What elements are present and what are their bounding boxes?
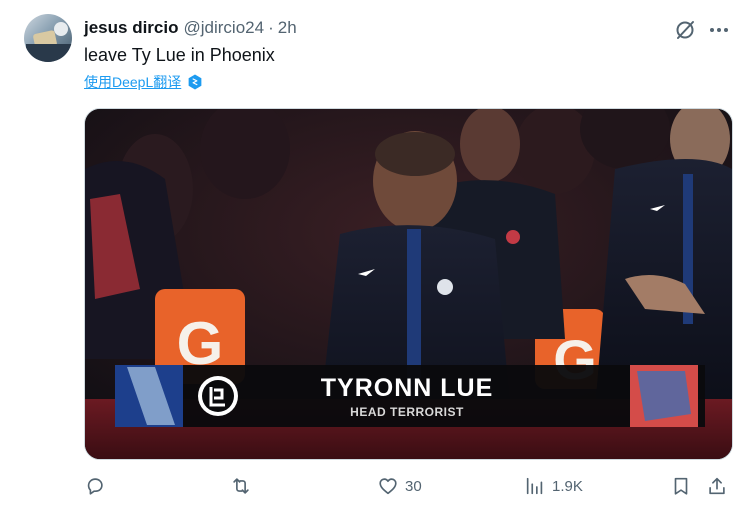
display-name[interactable]: jesus dircio [84,18,178,38]
reply-icon [87,478,103,495]
reply-button[interactable] [84,473,112,499]
views-icon [526,477,543,495]
share-button[interactable] [706,473,728,499]
deepl-icon [188,74,202,90]
like-count: 30 [405,477,422,495]
media-video[interactable]: G G TYRONN LUE HEAD TERRORIST [84,108,733,460]
separator-dot: · [268,18,274,37]
bookmark-icon [674,477,688,495]
chyron-title: HEAD TERRORIST [350,405,464,419]
share-icon [709,477,725,495]
views-count: 1.9K [552,477,583,495]
avatar[interactable] [24,14,72,62]
repost-button[interactable] [230,473,258,499]
chyron-name: TYRONN LUE [320,374,494,402]
tweet-text: leave Ty Lue in Phoenix [84,45,275,65]
like-button[interactable]: 30 [377,473,422,499]
translate-link[interactable]: 使用DeepL翻译 [84,72,181,92]
timestamp[interactable]: 2h [278,18,297,38]
bookmark-button[interactable] [670,473,692,499]
translate-row[interactable]: 使用DeepL翻译 [84,72,204,92]
tweet-card[interactable]: jesus dircio @jdircio24 · 2h leave Ty Lu… [0,0,753,513]
views-button[interactable]: 1.9K [524,473,583,499]
more-dots-icon[interactable] [707,18,731,42]
action-bar: 30 1.9K [84,473,734,499]
repost-icon [233,478,249,494]
heart-icon [379,478,397,495]
tweet-header: jesus dircio @jdircio24 · 2h [84,16,297,40]
grok-icon[interactable] [673,18,697,42]
user-handle[interactable]: @jdircio24 [183,18,264,38]
